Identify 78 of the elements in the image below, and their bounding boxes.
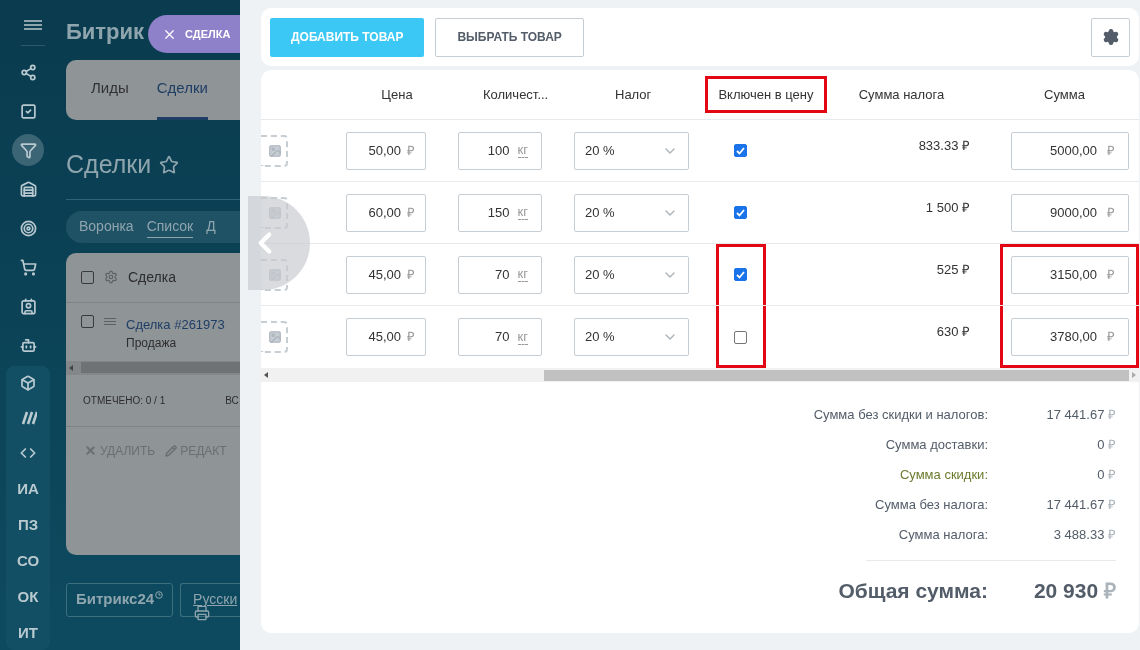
column-header: Сумма налога (857, 85, 946, 104)
filter-icon[interactable] (12, 134, 44, 166)
tax-select[interactable]: 20 % (574, 255, 689, 294)
total-label: Сумма без скидки и налогов: (812, 406, 988, 424)
column-header: Цена (380, 85, 414, 104)
quantity-field[interactable]: 100 кг (458, 131, 542, 170)
grand-total-label: Общая сумма: (838, 578, 988, 604)
printer-icon (194, 604, 210, 621)
price-field[interactable]: 60,00 ₽ (346, 193, 426, 232)
clock-icon (155, 590, 164, 599)
total-value: 17 441.67 ₽ (1045, 496, 1116, 514)
bitrix24-button[interactable]: Битрикс24 (66, 582, 174, 617)
total-value: 0 ₽ (1096, 466, 1116, 484)
quantity-field[interactable]: 70 кг (458, 255, 542, 294)
checkbox[interactable] (734, 144, 747, 157)
sidebar-item[interactable]: ИТ (18, 621, 38, 644)
column-header: Включен в цену (705, 75, 827, 114)
sum-field[interactable]: 9000,00 ₽ (1011, 193, 1129, 232)
checkbox[interactable] (734, 330, 747, 344)
total-label: Сумма скидки: (898, 466, 988, 484)
tab[interactable]: Лиды (91, 60, 129, 120)
tab[interactable]: Сделки (156, 60, 208, 120)
settings-icon (104, 270, 118, 284)
total-label: Сумма доставки: (884, 436, 988, 454)
settings-button[interactable] (1091, 17, 1130, 57)
column-label: ВС (225, 393, 239, 408)
image-placeholder-icon (261, 134, 288, 167)
page-title: Сделки (66, 149, 152, 180)
selected-count: ОТМЕЧЕНО: 0 / 1 (83, 393, 166, 408)
grand-total-value: 20 930 ₽ (1032, 578, 1116, 604)
drag-handle-icon (104, 317, 116, 326)
tax-amount: 833.33 ₽ (918, 137, 970, 155)
tax-amount: 630 ₽ (936, 323, 970, 341)
slider-label[interactable]: СДЕЛКА (148, 15, 240, 53)
sum-field[interactable]: 5000,00 ₽ (1011, 131, 1129, 170)
total-value: 0 ₽ (1096, 436, 1116, 454)
tax-select[interactable]: 20 % (574, 131, 689, 170)
price-field[interactable]: 50,00 ₽ (346, 131, 426, 170)
total-label: Сумма без налога: (874, 496, 988, 514)
checkbox[interactable] (734, 268, 747, 281)
column-header: Налог (614, 85, 653, 104)
sidebar-item[interactable]: ИА (17, 477, 39, 500)
price-field[interactable]: 45,00 ₽ (346, 255, 426, 294)
close-icon (84, 444, 97, 457)
column-header: Сделка (128, 267, 176, 287)
select-product-button[interactable]: ВЫБРАТЬ ТОВАР (435, 17, 584, 57)
checkbox[interactable] (734, 206, 747, 219)
column-header: Количест... (482, 85, 550, 104)
quantity-field[interactable]: 70 кг (458, 318, 542, 356)
star-icon (159, 154, 180, 175)
sidebar-item[interactable]: ПЗ (17, 513, 39, 536)
menu-icon[interactable] (24, 20, 42, 31)
logo: Битрик (66, 18, 145, 46)
total-value: 17 441.67 ₽ (1045, 406, 1116, 424)
sidebar-item[interactable]: ОК (17, 585, 39, 608)
sum-field[interactable]: 3780,00 ₽ (1011, 318, 1129, 356)
total-label: Сумма налога: (897, 526, 988, 544)
price-field[interactable]: 45,00 ₽ (346, 318, 426, 356)
scrollbar[interactable] (66, 360, 240, 375)
sum-field[interactable]: 3150,00 ₽ (1011, 255, 1129, 294)
checkbox[interactable] (81, 314, 94, 328)
tax-select[interactable]: 20 % (574, 318, 689, 356)
horizontal-scrollbar[interactable] (261, 368, 1139, 382)
total-value: 3 488.33 ₽ (1052, 526, 1116, 544)
tax-select[interactable]: 20 % (574, 193, 689, 232)
tax-amount: 1 500 ₽ (925, 199, 970, 217)
pencil-icon (165, 444, 178, 457)
sidebar-item[interactable]: СО (16, 549, 40, 572)
checkbox[interactable] (81, 270, 94, 284)
image-placeholder-icon (261, 321, 288, 353)
quantity-field[interactable]: 150 кг (458, 193, 542, 232)
settings-icon (1101, 28, 1120, 46)
scroll-left-icon[interactable] (264, 372, 268, 378)
column-header: Сумма (1043, 85, 1086, 104)
scroll-left-icon[interactable] (69, 364, 73, 371)
tax-amount: 525 ₽ (936, 261, 970, 279)
deal-link[interactable]: Сделка #261973 (126, 314, 225, 334)
deal-stage: Продажа (126, 335, 178, 352)
